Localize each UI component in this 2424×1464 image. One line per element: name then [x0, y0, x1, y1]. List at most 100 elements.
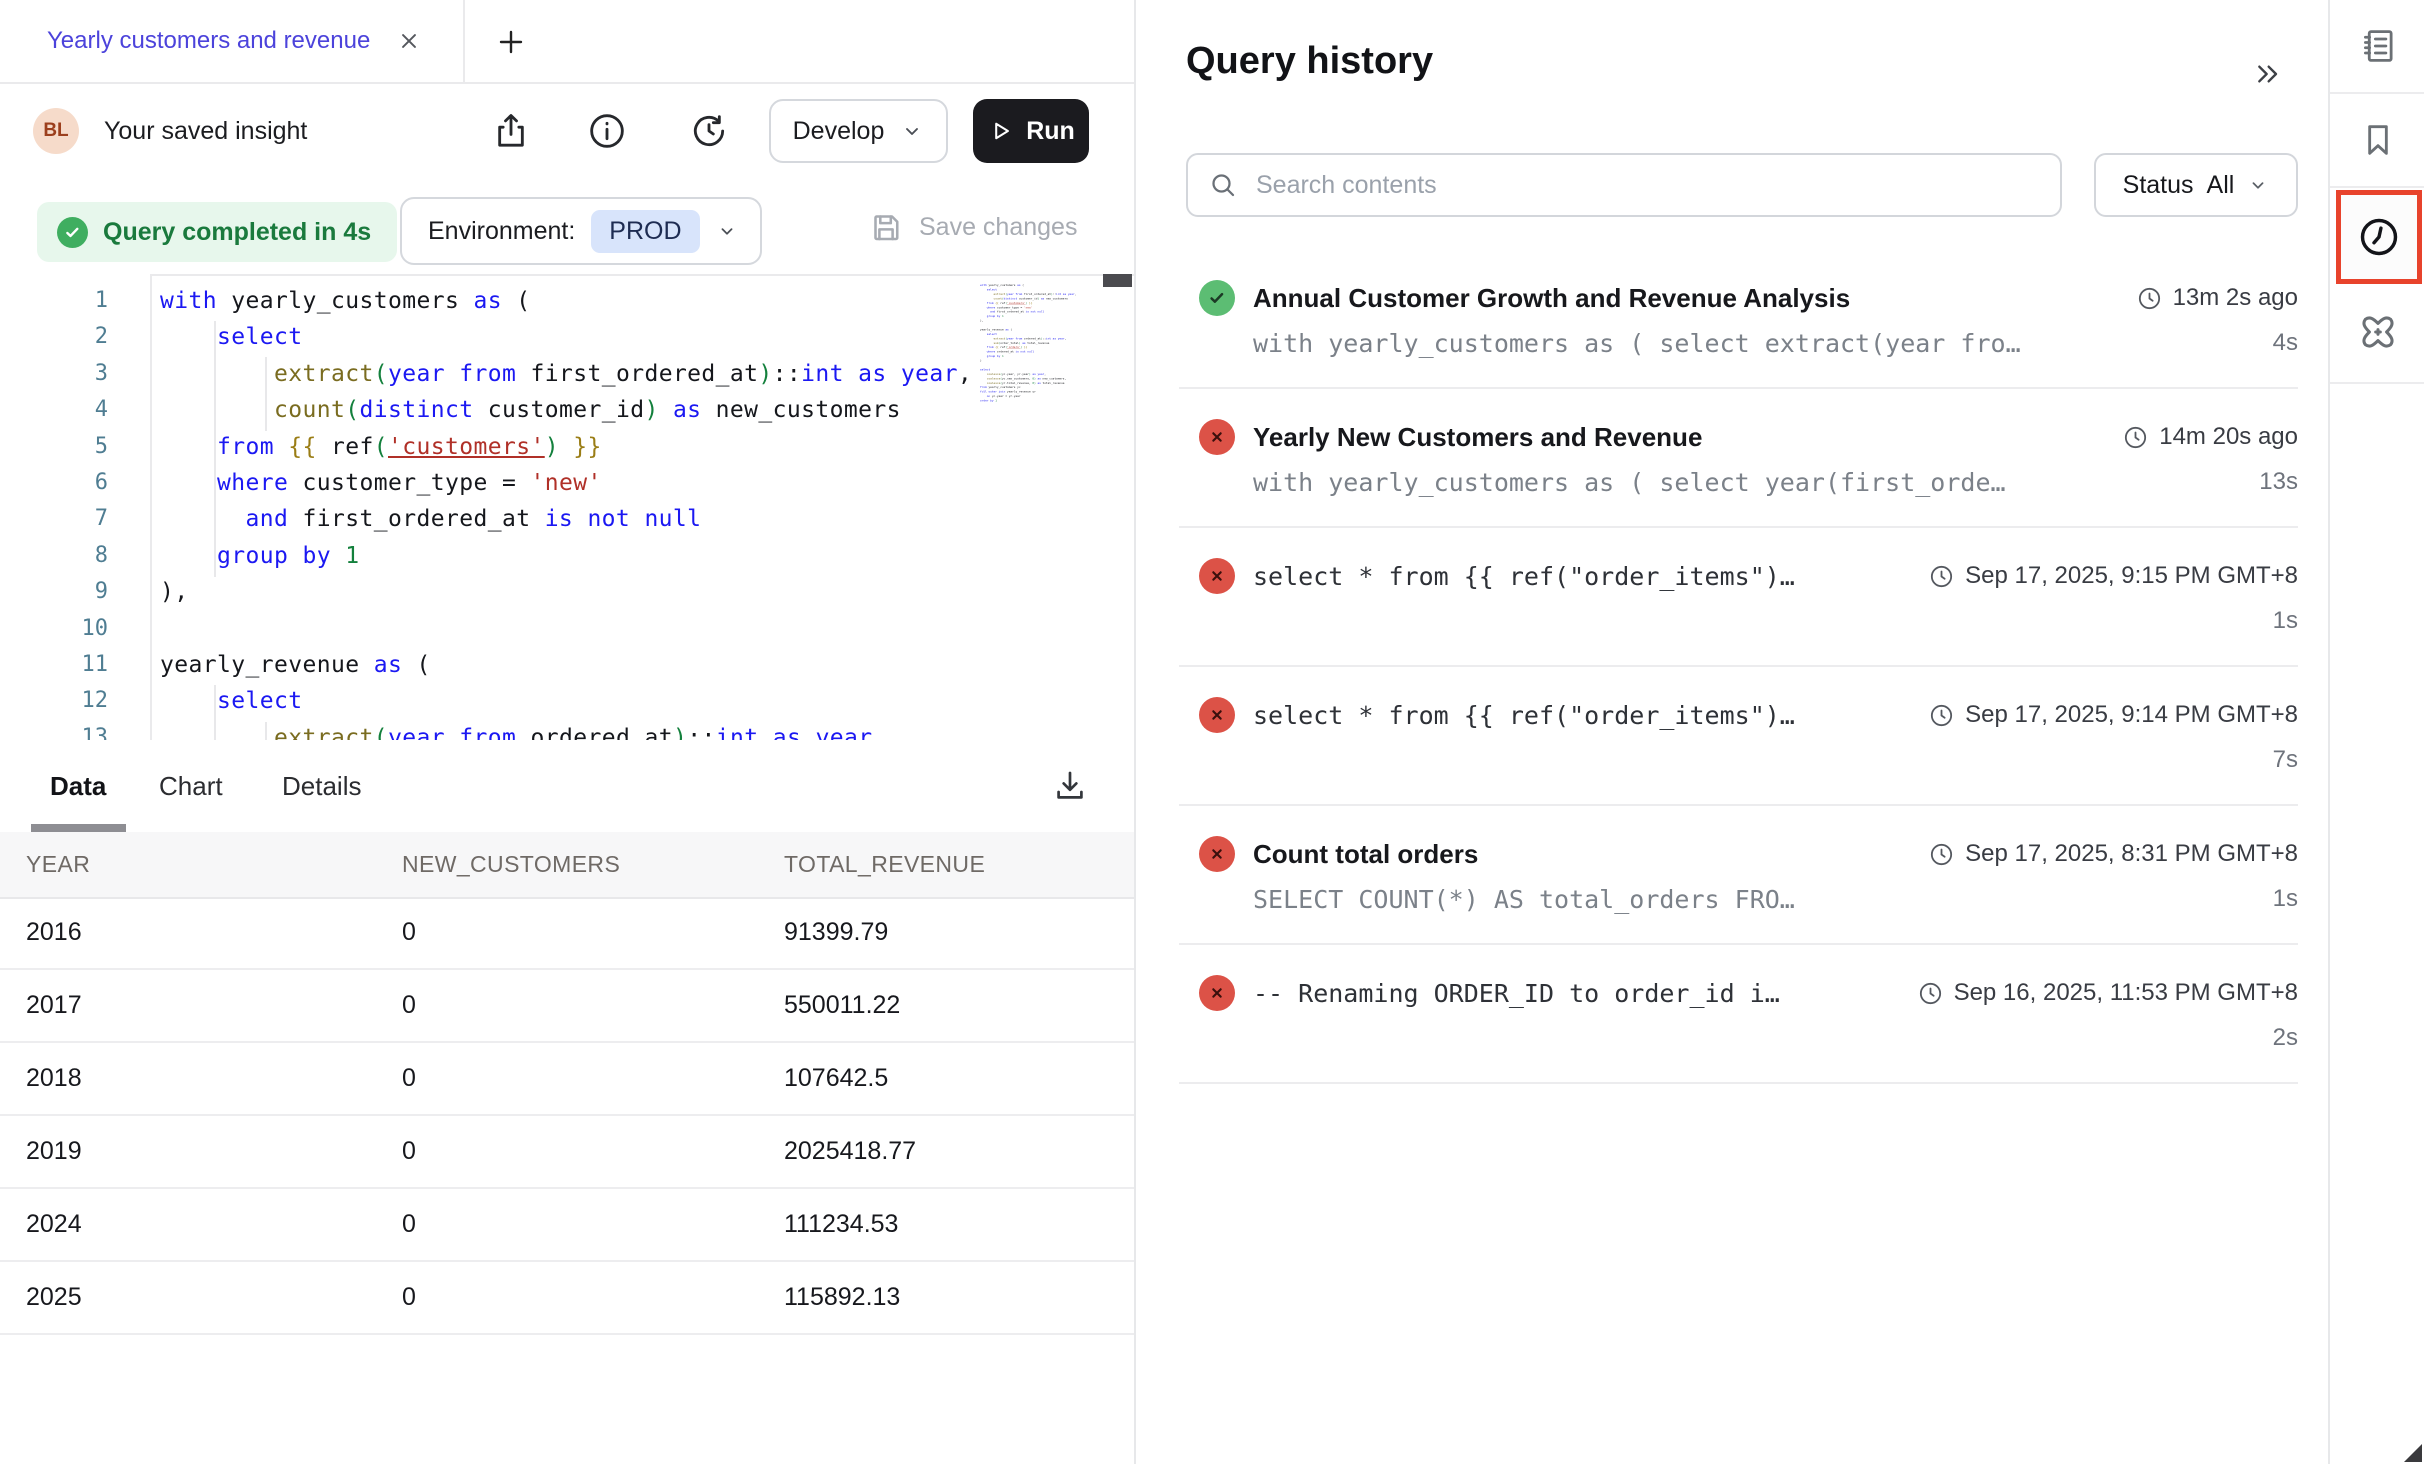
query-title: select * from {{ ref("order_items")…	[1253, 562, 1795, 591]
query-history-panel-icon[interactable]	[2336, 190, 2422, 284]
table-row: 201902025418.77	[0, 1116, 1134, 1189]
query-title: Annual Customer Growth and Revenue Analy…	[1253, 283, 1850, 314]
table-cell: 91399.79	[784, 897, 888, 968]
status-filter-dropdown[interactable]: Status All	[2094, 153, 2298, 217]
query-snippet: with yearly_customers as ( select year(f…	[1253, 468, 2006, 497]
editor-scrollbar-thumb[interactable]	[1103, 274, 1132, 287]
query-timestamp: Sep 16, 2025, 11:53 PM GMT+8	[1893, 979, 2298, 1007]
table-cell: 2017	[26, 970, 82, 1041]
tab-title: Yearly customers and revenue	[47, 27, 370, 55]
environment-selector[interactable]: Environment: PROD	[400, 197, 762, 265]
table-row: 20240111234.53	[0, 1189, 1134, 1262]
sql-code-editor[interactable]: 1234567891011121314151617181920212223242…	[0, 274, 1134, 740]
download-icon[interactable]	[1046, 762, 1094, 810]
query-snippet: SELECT COUNT(*) AS total_orders FRO…	[1253, 885, 1795, 914]
status-filter-value: All	[2207, 171, 2235, 200]
query-timestamp: 14m 20s ago	[2098, 423, 2298, 451]
run-button-label: Run	[1026, 117, 1075, 146]
query-snippet: with yearly_customers as ( select extrac…	[1253, 329, 2021, 358]
success-check-icon	[57, 217, 88, 248]
search-box[interactable]	[1186, 153, 2062, 217]
line-number: 5	[0, 429, 108, 465]
tab-details[interactable]: Details	[282, 740, 361, 832]
table-header-row: YEAR NEW_CUSTOMERS TOTAL_REVENUE	[0, 832, 1134, 899]
column-header-total-revenue: TOTAL_REVENUE	[784, 832, 985, 897]
environment-value-badge: PROD	[591, 210, 699, 253]
info-icon[interactable]	[585, 109, 629, 153]
version-history-icon[interactable]	[687, 109, 731, 153]
query-history-panel: Query history Status All Annual Customer…	[1136, 0, 2328, 1464]
notebook-panel-icon[interactable]	[2330, 14, 2424, 78]
table-cell: 107642.5	[784, 1043, 888, 1114]
table-cell: 2016	[26, 897, 82, 968]
search-input[interactable]	[1254, 170, 2040, 201]
right-icon-sidebar	[2328, 0, 2424, 1464]
table-cell: 2024	[26, 1189, 82, 1260]
query-history-list: Annual Customer Growth and Revenue Analy…	[1179, 240, 2298, 1084]
save-icon	[868, 209, 904, 245]
chevron-down-icon	[2247, 174, 2269, 196]
run-button[interactable]: Run	[973, 99, 1089, 163]
new-tab-button[interactable]	[492, 23, 530, 61]
query-history-item[interactable]: select * from {{ ref("order_items")…Sep …	[1179, 667, 2298, 806]
query-duration: 1s	[2249, 607, 2298, 635]
query-history-item[interactable]: -- Renaming ORDER_ID to order_id i… Sep 1…	[1179, 945, 2298, 1084]
lineage-panel-icon[interactable]	[2330, 300, 2424, 364]
table-cell: 2025418.77	[784, 1116, 916, 1187]
sidebar-divider	[2330, 186, 2424, 188]
bookmarks-panel-icon[interactable]	[2330, 108, 2424, 172]
query-history-item[interactable]: select * from {{ ref("order_items")… Sep …	[1179, 528, 2298, 667]
query-timestamp: Sep 17, 2025, 9:14 PM GMT+8	[1904, 701, 2298, 729]
tab-chart[interactable]: Chart	[159, 740, 223, 832]
table-row: 20170550011.22	[0, 970, 1134, 1043]
table-row: 2016091399.79	[0, 897, 1134, 970]
line-number: 9	[0, 574, 108, 610]
query-title: Count total orders	[1253, 839, 1478, 870]
line-number-gutter: 1234567891011121314151617181920212223242…	[0, 283, 108, 740]
table-cell: 0	[402, 1262, 416, 1333]
clock-icon	[1928, 702, 1955, 729]
collapse-panel-icon[interactable]	[2246, 52, 2290, 96]
table-cell: 2025	[26, 1262, 82, 1333]
toolbar: BL Your saved insight Develop Run	[0, 82, 1134, 180]
line-number: 11	[0, 647, 108, 683]
query-timestamp: Sep 17, 2025, 8:31 PM GMT+8	[1904, 840, 2298, 868]
line-number: 6	[0, 465, 108, 501]
save-changes-label: Save changes	[919, 213, 1077, 242]
query-history-item[interactable]: Annual Customer Growth and Revenue Analy…	[1179, 240, 2298, 389]
save-changes-button[interactable]: Save changes	[868, 180, 1077, 274]
query-history-item[interactable]: Count total orders Sep 17, 2025, 8:31 PM …	[1179, 806, 2298, 945]
status-error-icon	[1199, 558, 1235, 594]
share-icon[interactable]	[489, 109, 533, 153]
query-history-item[interactable]: Yearly New Customers and Revenue14m 20s …	[1179, 389, 2298, 528]
resize-handle[interactable]	[2404, 1444, 2422, 1462]
develop-button-label: Develop	[793, 117, 885, 146]
tab-close-icon[interactable]	[396, 28, 422, 54]
table-row: 20250115892.13	[0, 1262, 1134, 1335]
results-panel: Data Chart Details YEAR NEW_CUSTOMERS TO…	[0, 740, 1134, 1464]
environment-label: Environment:	[428, 217, 575, 246]
query-duration: 13s	[2235, 468, 2298, 496]
develop-button[interactable]: Develop	[769, 99, 948, 163]
line-number: 1	[0, 283, 108, 319]
table-cell: 111234.53	[784, 1189, 898, 1260]
query-title: -- Renaming ORDER_ID to order_id i…	[1253, 979, 1780, 1008]
line-number: 10	[0, 611, 108, 647]
tab-yearly-customers-and-revenue[interactable]: Yearly customers and revenue	[0, 0, 465, 82]
status-row: Query completed in 4s Environment: PROD …	[0, 180, 1134, 274]
line-number: 8	[0, 538, 108, 574]
table-cell: 2019	[26, 1116, 82, 1187]
chevron-down-icon	[716, 220, 738, 242]
code-minimap[interactable]: with yearly_customers as ( select extrac…	[980, 283, 1106, 423]
page-title: Query history	[1186, 40, 1433, 83]
query-duration: 2s	[2249, 1024, 2298, 1052]
tab-bar: Yearly customers and revenue	[0, 0, 1134, 84]
sidebar-divider	[2330, 382, 2424, 384]
table-cell: 2018	[26, 1043, 82, 1114]
avatar[interactable]: BL	[33, 108, 79, 154]
query-timestamp: Sep 17, 2025, 9:15 PM GMT+8	[1904, 562, 2298, 590]
editor-panel: Yearly customers and revenue BL Your sav…	[0, 0, 1134, 1464]
tab-data[interactable]: Data	[50, 740, 106, 832]
app-root: Yearly customers and revenue BL Your sav…	[0, 0, 2424, 1464]
table-row: 20180107642.5	[0, 1043, 1134, 1116]
